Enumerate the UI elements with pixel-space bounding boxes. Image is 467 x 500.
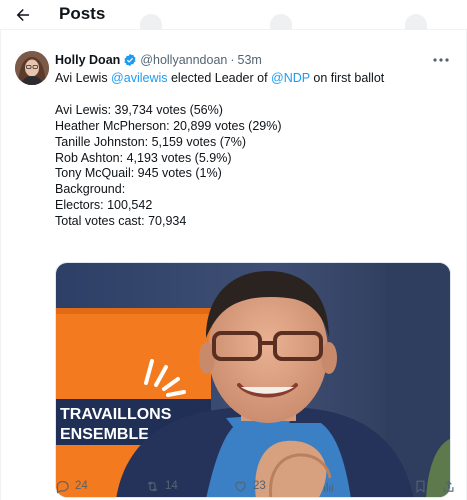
heart-icon	[235, 481, 246, 492]
result-line: Electors: 100,542	[55, 198, 153, 213]
repost-icon	[147, 480, 158, 492]
share-icon	[443, 480, 454, 492]
result-line: Background:	[55, 182, 126, 197]
tweet: Holly Doan @hollyanndoan · 53m Avi Lewis…	[0, 30, 467, 500]
views-button[interactable]	[321, 476, 336, 496]
reply-count: 24	[75, 480, 88, 492]
result-line: Total votes cast: 70,934	[55, 214, 187, 229]
more-dots-icon	[433, 58, 449, 62]
page-title: Posts	[59, 4, 106, 23]
faded-decoration	[405, 14, 427, 30]
bookmark-icon	[416, 480, 425, 493]
action-bar: 24 14 23	[55, 476, 460, 496]
verified-badge-icon	[124, 53, 136, 67]
result-line: Avi Lewis: 39,734 votes (56%)	[55, 102, 223, 117]
mention-link[interactable]: @NDP	[271, 71, 310, 85]
more-options-button[interactable]	[430, 52, 452, 68]
repost-count: 14	[165, 480, 178, 492]
views-chart-icon	[324, 482, 333, 491]
mention-link[interactable]: @avilewis	[111, 71, 167, 85]
faded-decoration	[270, 14, 292, 30]
faded-decoration	[140, 14, 162, 30]
sign-text: ENSEMBLE	[60, 426, 149, 443]
share-button[interactable]	[441, 476, 456, 496]
media-photo[interactable]: TRAVAILLONS ENSEMBLE	[55, 262, 451, 498]
result-line: Tanille Johnston: 5,159 votes (7%)	[55, 134, 247, 149]
reply-button[interactable]: 24	[55, 476, 88, 496]
reply-icon	[56, 480, 69, 493]
headline-line: Avi Lewis @avilewis elected Leader of @N…	[55, 71, 455, 87]
author-row: Holly Doan @hollyanndoan · 53m	[55, 53, 262, 67]
back-button[interactable]	[10, 3, 36, 27]
result-line: Heather McPherson: 20,899 votes (29%)	[55, 118, 282, 133]
text-segment: elected Leader of	[167, 71, 272, 85]
like-count: 23	[253, 480, 266, 492]
author-handle[interactable]: @hollyanndoan	[140, 53, 227, 67]
bookmark-button[interactable]	[413, 476, 428, 496]
separator-dot: ·	[230, 53, 235, 67]
arrow-left-icon	[16, 9, 29, 21]
avatar[interactable]	[15, 51, 49, 85]
text-segment: Avi Lewis	[55, 71, 112, 85]
top-bar: Posts	[0, 0, 467, 30]
post-time[interactable]: 53m	[238, 53, 262, 67]
author-name[interactable]: Holly Doan	[55, 53, 120, 67]
tweet-text: Avi Lewis @avilewis elected Leader of @N…	[55, 71, 455, 230]
result-line: Rob Ashton: 4,193 votes (5.9%)	[55, 150, 232, 165]
result-line: Tony McQuail: 945 votes (1%)	[55, 166, 222, 181]
sign-text: TRAVAILLONS	[60, 406, 172, 423]
photo-avi-lewis: TRAVAILLONS ENSEMBLE	[56, 263, 450, 497]
like-button[interactable]: 23	[233, 476, 266, 496]
text-segment: on first ballot	[309, 71, 385, 85]
repost-button[interactable]: 14	[145, 476, 178, 496]
